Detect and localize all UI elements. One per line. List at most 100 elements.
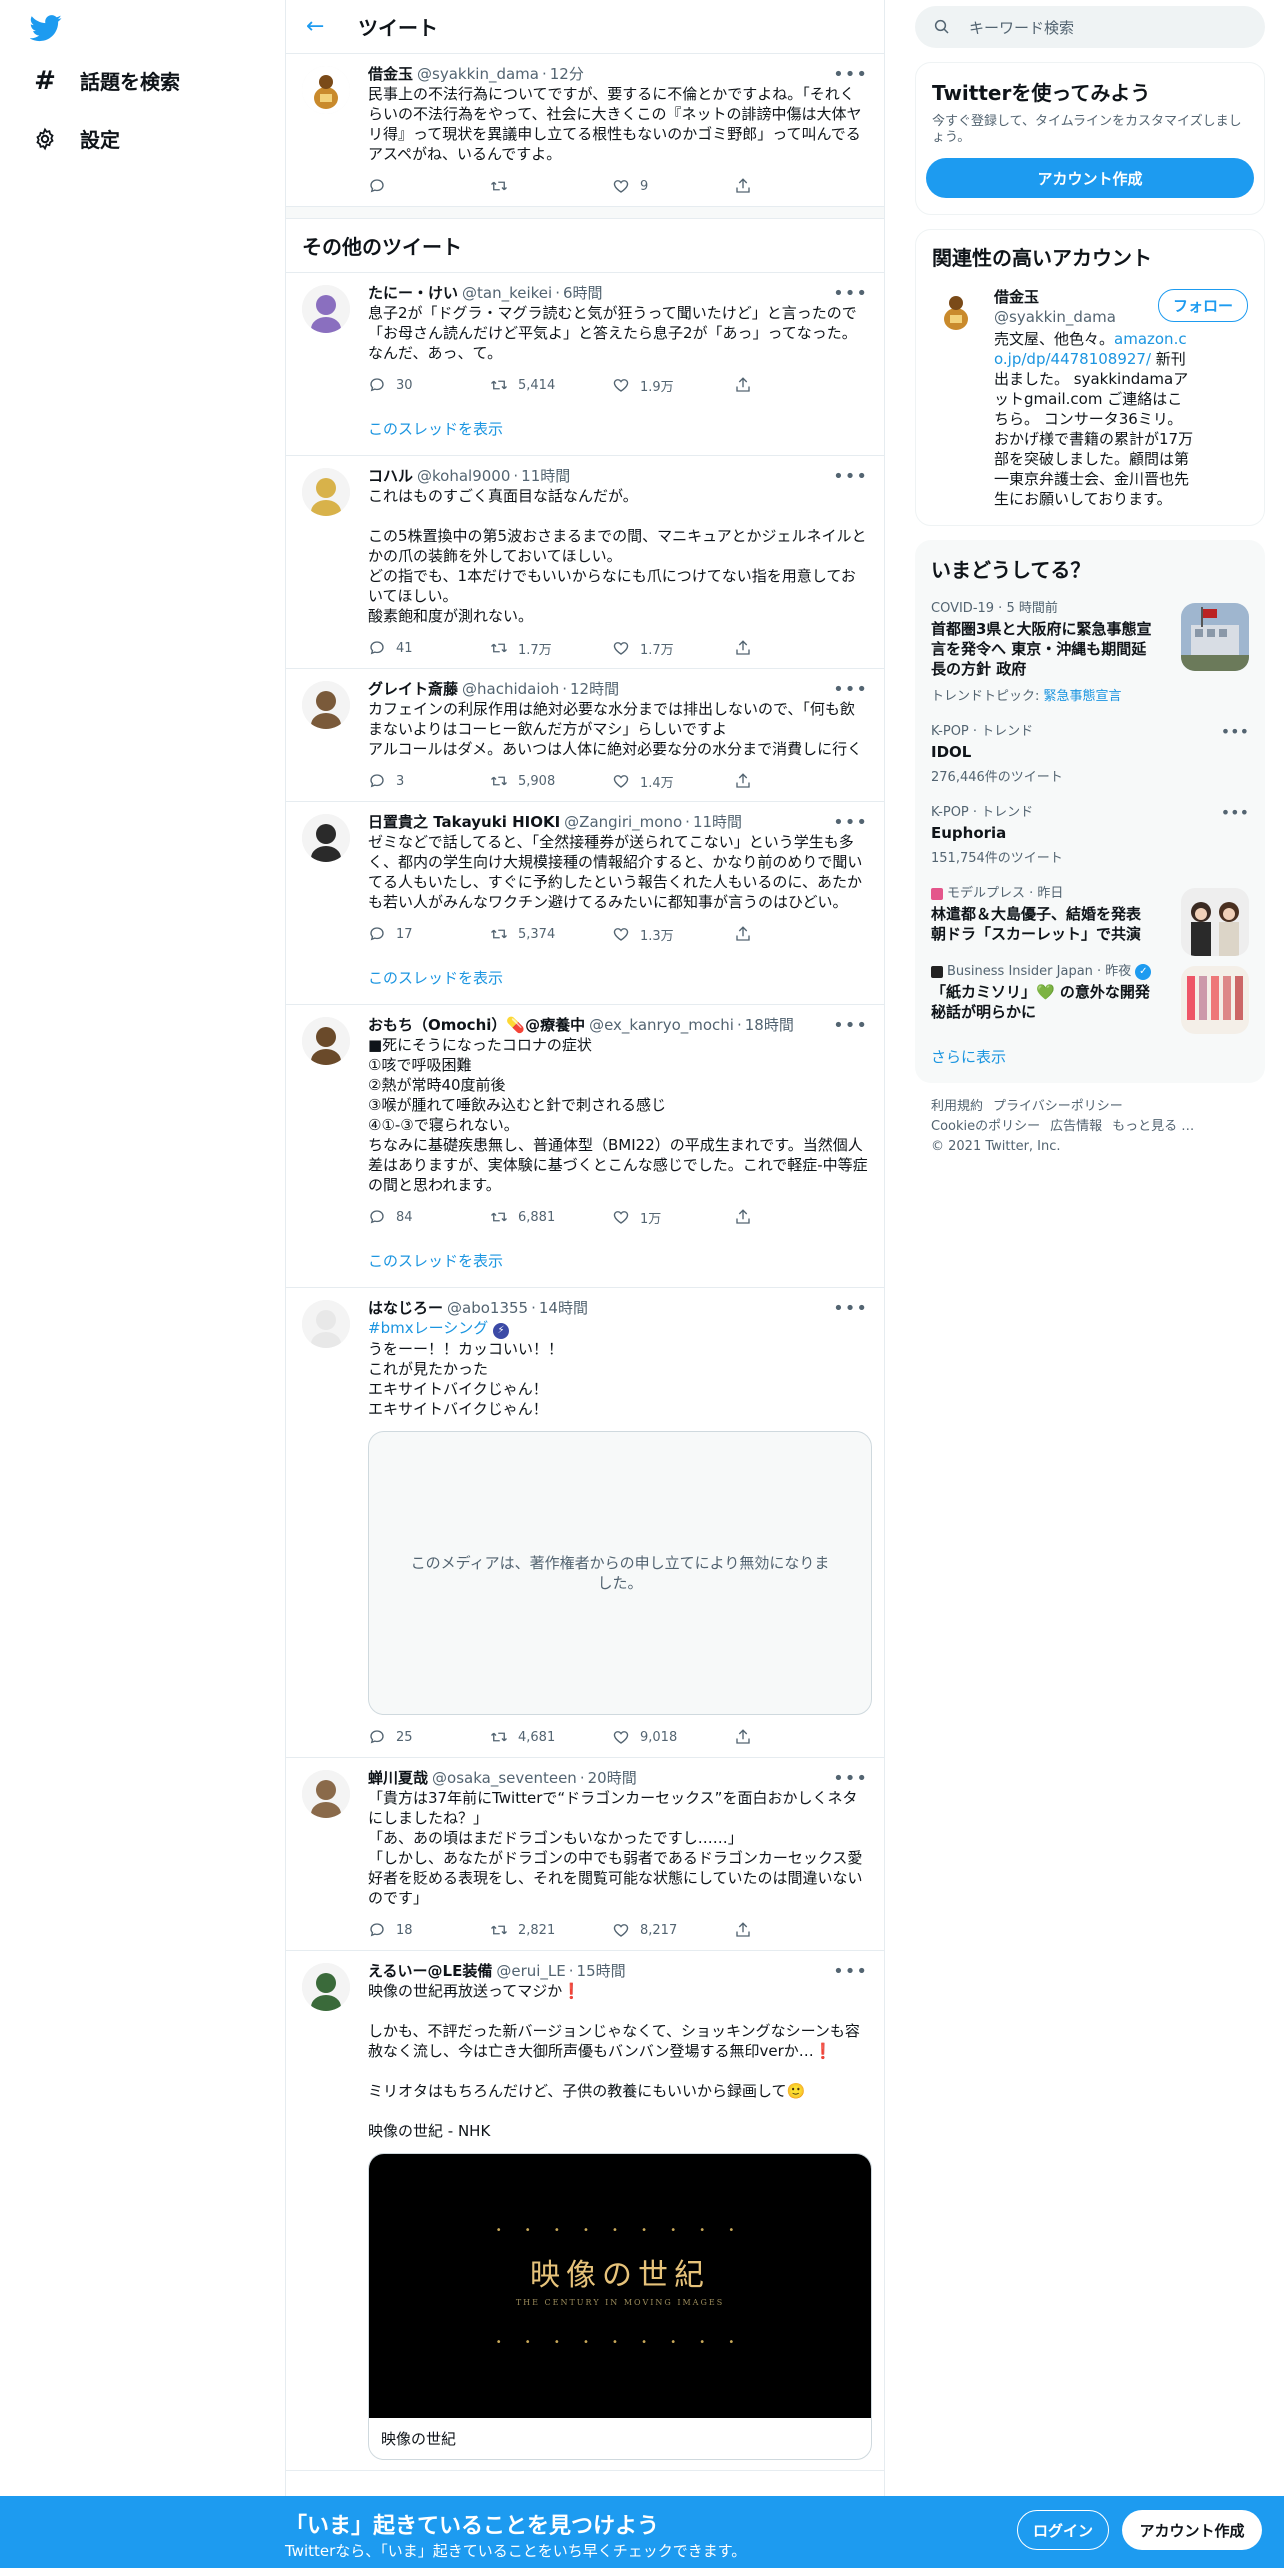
show-thread-link[interactable]: このスレッドを表示: [286, 1236, 884, 1288]
footer-link[interactable]: 広告情報: [1050, 1119, 1102, 1134]
tweet-time[interactable]: 14時間: [539, 1298, 588, 1318]
trend-item[interactable]: モデルプレス · 昨日 林遣都＆大島優子、結婚を発表 朝ドラ「スカーレット」で共…: [915, 876, 1265, 956]
author-handle[interactable]: @kohal9000: [417, 466, 510, 486]
author-handle[interactable]: @ex_kanryo_mochi: [589, 1015, 734, 1035]
more-options-icon[interactable]: •••: [833, 1015, 868, 1036]
author-name[interactable]: グレイト斎藤: [368, 679, 458, 699]
like-button[interactable]: 1.7万: [612, 639, 734, 658]
author-name[interactable]: はなじろー: [368, 1298, 443, 1318]
reply-button[interactable]: 18: [368, 1921, 490, 1939]
nav-settings[interactable]: 設定: [32, 124, 120, 153]
author-name[interactable]: 日置貴之 Takayuki HIOKI: [368, 812, 560, 832]
related-account[interactable]: 借金玉 @syakkin_dama 売文屋、他色々。amazon.co.jp/d…: [916, 279, 1264, 525]
like-button[interactable]: 8,217: [612, 1921, 734, 1939]
tweet[interactable]: えるいー@LE装備 @erui_LE · 15時間 ••• 映像の世紀再放送ってマジか❗ …: [286, 1951, 884, 2471]
more-options-icon[interactable]: •••: [833, 64, 868, 85]
more-options-icon[interactable]: •••: [833, 679, 868, 700]
author-handle[interactable]: @tan_keikei: [462, 283, 552, 303]
back-arrow-icon[interactable]: ←: [306, 14, 334, 39]
tweet[interactable]: 日置貴之 Takayuki HIOKI @Zangiri_mono · 11時間 •••…: [286, 802, 884, 954]
retweet-button[interactable]: 1.7万: [490, 639, 612, 658]
more-options-icon[interactable]: •••: [833, 1768, 868, 1789]
like-button[interactable]: 1.9万: [612, 376, 734, 395]
avatar[interactable]: [302, 468, 350, 516]
retweet-button[interactable]: [490, 177, 612, 195]
retweet-button[interactable]: 5,414: [490, 376, 612, 394]
reply-button[interactable]: 84: [368, 1208, 490, 1226]
tweet-time[interactable]: 11時間: [693, 812, 742, 832]
reply-button[interactable]: 30: [368, 376, 490, 394]
author-handle[interactable]: @erui_LE: [496, 1961, 565, 1981]
avatar[interactable]: [302, 1963, 350, 2011]
like-button[interactable]: 1.3万: [612, 925, 734, 944]
twitter-logo-icon[interactable]: [29, 12, 62, 44]
more-options-icon[interactable]: •••: [833, 283, 868, 304]
create-account-button[interactable]: アカウント作成: [926, 158, 1254, 198]
tweet[interactable]: グレイト斎藤 @hachidaioh · 12時間 ••• カフェインの利尿作用は絶対必要…: [286, 669, 884, 802]
avatar[interactable]: [302, 285, 350, 333]
reply-button[interactable]: 17: [368, 925, 490, 943]
avatar[interactable]: [302, 814, 350, 862]
avatar[interactable]: [932, 287, 980, 335]
trend-topic-link[interactable]: 緊急事態宣言: [1044, 689, 1122, 704]
share-button[interactable]: [734, 1208, 856, 1226]
tweet[interactable]: 蝉川夏哉 @osaka_seventeen · 20時間 ••• 「貴方は37年前にTwi…: [286, 1758, 884, 1951]
author-handle[interactable]: @hachidaioh: [462, 679, 559, 699]
tweet-time[interactable]: 11時間: [521, 466, 570, 486]
reply-button[interactable]: 3: [368, 772, 490, 790]
footer-link[interactable]: 利用規約: [931, 1099, 983, 1114]
reply-button[interactable]: [368, 177, 490, 195]
like-button[interactable]: 1万: [612, 1208, 734, 1227]
more-options-icon[interactable]: •••: [833, 812, 868, 833]
avatar[interactable]: [302, 1300, 350, 1348]
tweet[interactable]: たにー・けい @tan_keikei · 6時間 ••• 息子2が「ドグラ・マグラ読むと気…: [286, 273, 884, 405]
reply-button[interactable]: 25: [368, 1728, 490, 1746]
author-name[interactable]: 借金玉: [368, 64, 413, 84]
more-options-icon[interactable]: •••: [833, 466, 868, 487]
more-options-icon[interactable]: •••: [1221, 803, 1249, 822]
tweet-time[interactable]: 20時間: [588, 1768, 637, 1788]
link-card[interactable]: • • • • • • • • • 映像の世紀 THE CENTURY IN MOV…: [368, 2153, 872, 2460]
tweet-time[interactable]: 15時間: [577, 1961, 626, 1981]
follow-button[interactable]: フォロー: [1157, 289, 1248, 322]
login-button[interactable]: ログイン: [1017, 2510, 1109, 2550]
share-button[interactable]: [734, 177, 856, 195]
author-name[interactable]: 蝉川夏哉: [368, 1768, 428, 1788]
footer-link[interactable]: もっと見る …: [1112, 1119, 1194, 1134]
tweet-time[interactable]: 18時間: [745, 1015, 794, 1035]
tweet-time[interactable]: 12分: [550, 64, 584, 84]
author-name[interactable]: えるいー@LE装備: [368, 1961, 492, 1981]
share-button[interactable]: [734, 1921, 856, 1939]
avatar[interactable]: [302, 1770, 350, 1818]
avatar[interactable]: [302, 66, 350, 114]
trend-item[interactable]: COVID-19 · 5 時間前 首都圏3県と大阪府に緊急事態宣言を発令へ 東京…: [915, 591, 1265, 714]
more-options-icon[interactable]: •••: [833, 1961, 868, 1982]
signup-button[interactable]: アカウント作成: [1122, 2510, 1262, 2550]
avatar[interactable]: [302, 1017, 350, 1065]
footer-link[interactable]: プライバシーポリシー: [993, 1099, 1123, 1114]
retweet-button[interactable]: 4,681: [490, 1728, 612, 1746]
retweet-button[interactable]: 6,881: [490, 1208, 612, 1226]
tweet[interactable]: コハル @kohal9000 · 11時間 ••• これはものすごく真面目な話なんだが。 …: [286, 456, 884, 669]
trend-item[interactable]: K-POP · トレンド IDOL 276,446件のツイート •••: [915, 714, 1265, 795]
share-button[interactable]: [734, 925, 856, 943]
author-name[interactable]: たにー・けい: [368, 283, 458, 303]
avatar[interactable]: [302, 681, 350, 729]
trend-item[interactable]: K-POP · トレンド Euphoria 151,754件のツイート •••: [915, 795, 1265, 876]
reply-button[interactable]: 41: [368, 639, 490, 657]
more-options-icon[interactable]: •••: [1221, 722, 1249, 741]
more-options-icon[interactable]: •••: [833, 1298, 868, 1319]
show-thread-link[interactable]: このスレッドを表示: [286, 953, 884, 1005]
retweet-button[interactable]: 5,374: [490, 925, 612, 943]
show-more-link[interactable]: さらに表示: [915, 1032, 1265, 1083]
hashtag-link[interactable]: #bmxレーシング: [368, 1319, 488, 1337]
trend-item[interactable]: Business Insider Japan · 昨夜 ✓ 「紙カミソリ」💚 の意…: [915, 954, 1265, 1034]
share-button[interactable]: [734, 376, 856, 394]
show-thread-link[interactable]: このスレッドを表示: [286, 404, 884, 456]
tweet-time[interactable]: 6時間: [563, 283, 603, 303]
tweet[interactable]: はなじろー @abo1355 · 14時間 ••• #bmxレーシング ⚡ うをーー！！カッ…: [286, 1288, 884, 1758]
share-button[interactable]: [734, 772, 856, 790]
like-button[interactable]: 9,018: [612, 1728, 734, 1746]
retweet-button[interactable]: 2,821: [490, 1921, 612, 1939]
like-button[interactable]: 9: [612, 177, 734, 195]
